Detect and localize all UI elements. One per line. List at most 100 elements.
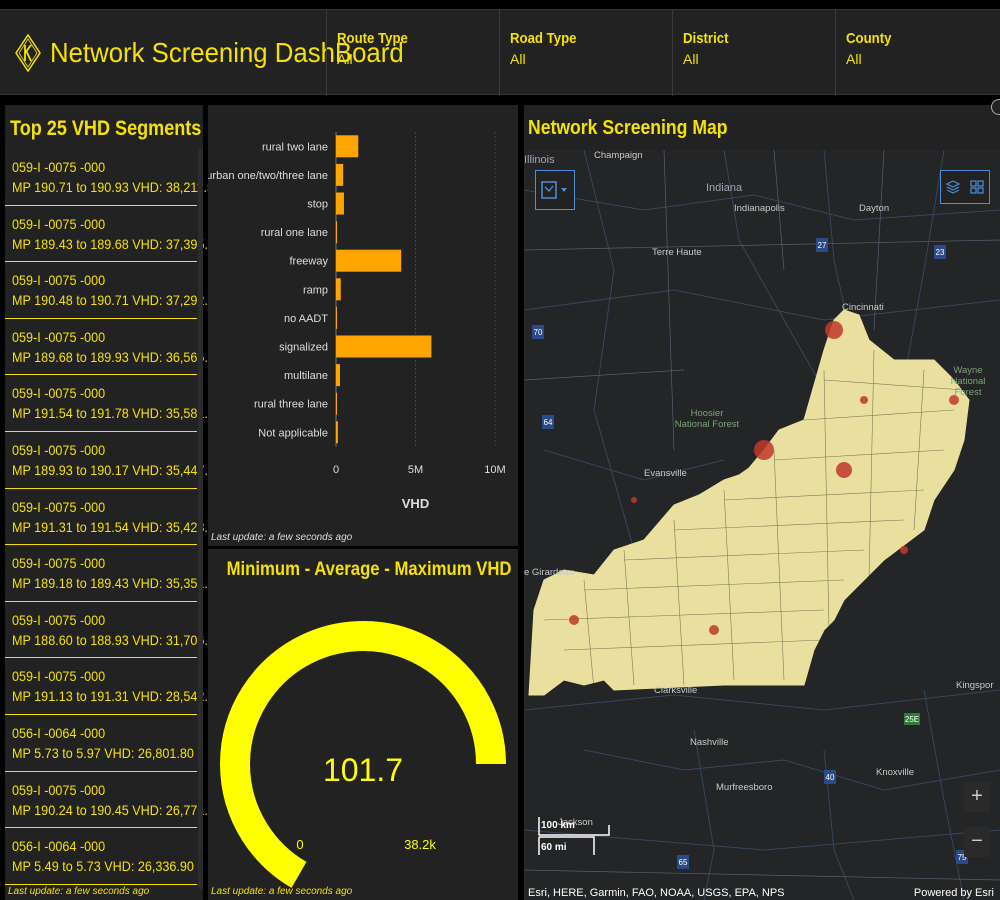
filter-value[interactable]: All [510, 51, 672, 67]
bar-rural-three-lane[interactable] [336, 392, 337, 415]
map-label-nashville: Nashville [690, 737, 729, 748]
map-label-evansville: Evansville [644, 468, 687, 479]
map-panel: Network Screening Map 70 64 27 23 40 65 … [524, 105, 1000, 900]
segment-detail: MP 189.93 to 190.17 VHD: 35,447.10 [12, 461, 222, 478]
map-title: Network Screening Map [528, 117, 728, 139]
header-bar: Network Screening DashBoard Route Type A… [0, 9, 1000, 96]
last-update-text: Last update: a few seconds ago [8, 886, 150, 897]
svg-text:23: 23 [936, 248, 945, 257]
more-options-icon[interactable] [991, 99, 1000, 115]
scale-mi: 60 mi [541, 842, 567, 853]
bar-rural-one-lane[interactable] [336, 221, 337, 244]
segment-list-item[interactable]: 059-I -0075 -000 MP 191.31 to 191.54 VHD:… [5, 489, 222, 546]
segment-list-item[interactable]: 059-I -0075 -000 MP 191.54 to 191.78 VHD:… [5, 375, 222, 432]
x-tick-label: 10M [484, 464, 505, 476]
kytc-logo-icon [14, 33, 42, 73]
segment-detail: MP 5.73 to 5.97 VHD: 26,801.80 [12, 744, 194, 761]
x-tick-label: 0 [333, 464, 339, 476]
layers-icon[interactable] [945, 179, 961, 195]
bar-no-aadt[interactable] [336, 306, 337, 329]
map-label-clarksville: Clarksville [654, 685, 698, 696]
segments-scrollbar[interactable] [198, 149, 203, 889]
bar-urban-one-two-three-lane[interactable] [336, 163, 344, 186]
bar-stop[interactable] [336, 192, 344, 215]
segment-list-item[interactable]: 056-I -0064 -000 MP 5.73 to 5.97 VHD: 26,… [5, 715, 197, 772]
vhd-gauge: 101.7 0 38.2k [220, 621, 506, 888]
vhd-bar-chart-panel: 0 5M 10M rural two lane urban one/two/three … [208, 105, 518, 546]
filter-road-type[interactable]: Road Type All [499, 10, 672, 96]
segment-detail: MP 191.13 to 191.31 VHD: 28,542.00 [12, 688, 222, 705]
segment-list-item[interactable]: 059-I -0075 -000 MP 189.93 to 190.17 VHD:… [5, 432, 222, 489]
svg-text:27: 27 [818, 241, 827, 250]
segment-detail: MP 190.24 to 190.45 VHD: 26,771.60 [12, 801, 222, 818]
segment-detail: MP 189.18 to 189.43 VHD: 35,351.60 [12, 575, 222, 592]
vhd-gauge-panel: Minimum - Average - Maximum VHD 101.7 0 … [208, 549, 518, 900]
x-tick-label: 5M [408, 464, 423, 476]
bar-signalized[interactable] [336, 335, 432, 358]
category-label: rural two lane [262, 141, 328, 153]
svg-text:40: 40 [826, 773, 835, 782]
segment-id: 056-I -0064 -000 [12, 724, 106, 741]
category-label: stop [307, 199, 328, 211]
segments-panel: Top 25 VHD Segments 059-I -0075 -000 MP 1… [5, 105, 222, 900]
filter-label: Route Type [337, 30, 408, 47]
bar-not-applicable[interactable] [336, 421, 338, 444]
map-label-illinois: Illinois [524, 154, 555, 166]
svg-text:65: 65 [679, 858, 688, 867]
segment-list-item[interactable]: 059-I -0075 -000 MP 190.24 to 190.45 VHD:… [5, 772, 222, 829]
bar-rural-two-lane[interactable] [336, 135, 359, 158]
segment-list-item[interactable]: 059-I -0075 -000 MP 188.60 to 188.93 VHD:… [5, 602, 222, 659]
filter-value[interactable]: All [683, 51, 835, 67]
map-tool-button[interactable] [535, 170, 575, 210]
last-update-text: Last update: a few seconds ago [211, 886, 353, 897]
map-view[interactable]: 70 64 27 23 40 65 75 25E Illinois Champa… [524, 150, 1000, 900]
map-label-dayton: Dayton [859, 203, 890, 214]
last-update-text: Last update: a few seconds ago [211, 532, 353, 543]
zoom-out-button[interactable]: − [964, 827, 990, 857]
segment-detail: MP 191.54 to 191.78 VHD: 35,581.70 [12, 405, 222, 422]
zoom-in-button[interactable]: + [964, 782, 990, 812]
map-label-hoosier: Hoosier National Forest [674, 408, 740, 430]
svg-text:25E: 25E [905, 715, 919, 724]
map-label-champaign: Champaign [594, 150, 643, 161]
category-label: ramp [303, 284, 328, 296]
powered-by-esri[interactable]: Powered by Esri [914, 887, 994, 899]
filter-route-type[interactable]: Route Type All [326, 10, 500, 96]
segment-id: 059-I -0075 -000 [12, 159, 106, 175]
segment-list-item[interactable]: 059-I -0075 -000 MP 190.71 to 190.93 VHD:… [5, 149, 221, 206]
bar-ramp[interactable] [336, 278, 341, 301]
filter-value[interactable]: All [337, 51, 500, 67]
map-label-indiana: Indiana [706, 182, 743, 194]
scale-bar: 100 km 60 mi [534, 815, 614, 859]
segment-id: 059-I -0075 -000 [12, 272, 106, 289]
category-label: Not applicable [258, 427, 328, 439]
filter-district[interactable]: District All [672, 10, 835, 96]
segment-list-item[interactable]: 056-I -0064 -000 MP 5.49 to 5.73 VHD: 26,… [5, 828, 197, 885]
segment-detail: MP 189.68 to 189.93 VHD: 36,566.90 [12, 348, 222, 365]
bar-multilane[interactable] [336, 364, 340, 387]
segment-list-item[interactable]: 059-I -0075 -000 MP 190.48 to 190.71 VHD:… [5, 262, 222, 319]
segment-id: 059-I -0075 -000 [12, 385, 106, 402]
segments-list: 059-I -0075 -000 MP 190.71 to 190.93 VHD:… [5, 149, 222, 885]
segment-detail: MP 188.60 to 188.93 VHD: 31,706.10 [12, 631, 222, 648]
filter-value[interactable]: All [846, 51, 1000, 67]
map-label-terre-haute: Terre Haute [652, 247, 702, 258]
map-label-knoxville: Knoxville [876, 767, 915, 778]
scale-km: 100 km [541, 820, 575, 831]
segment-id: 059-I -0075 -000 [12, 215, 106, 232]
map-layer-select-icon [541, 181, 567, 199]
bar-freeway[interactable] [336, 249, 402, 272]
map-label-kingsport: Kingspor [956, 680, 994, 691]
segment-list-item[interactable]: 059-I -0075 -000 MP 189.43 to 189.68 VHD:… [5, 206, 222, 263]
map-label-wayne: Wayne National Forest [950, 365, 986, 398]
segment-list-item[interactable]: 059-I -0075 -000 MP 191.13 to 191.31 VHD:… [5, 658, 222, 715]
segment-id: 059-I -0075 -000 [12, 498, 106, 515]
segment-list-item[interactable]: 059-I -0075 -000 MP 189.18 to 189.43 VHD:… [5, 545, 222, 602]
segment-id: 059-I -0075 -000 [12, 781, 106, 798]
vhd-bar-chart: 0 5M 10M rural two lane urban one/two/three … [208, 132, 506, 511]
basemap-grid-icon[interactable] [969, 179, 985, 195]
filter-county[interactable]: County All [835, 10, 1000, 96]
category-label: signalized [279, 342, 328, 354]
segment-list-item[interactable]: 059-I -0075 -000 MP 189.68 to 189.93 VHD:… [5, 319, 222, 376]
gauge-min-label: 0 [296, 837, 303, 852]
